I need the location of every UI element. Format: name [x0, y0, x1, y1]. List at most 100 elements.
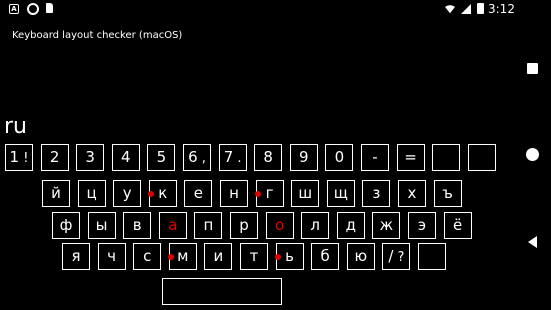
- key-з[interactable]: з: [362, 180, 391, 207]
- key-label: б: [320, 247, 330, 265]
- key-ц[interactable]: ц: [77, 180, 106, 207]
- key-р[interactable]: р: [230, 212, 258, 239]
- key-ш[interactable]: ш: [291, 180, 320, 207]
- key-secondary-label: !: [19, 151, 29, 166]
- key-г[interactable]: г: [254, 180, 284, 207]
- clock: 3:12: [488, 2, 515, 16]
- key-label: х: [407, 184, 417, 202]
- status-bar: A 3:12: [0, 0, 551, 20]
- key-blank-0-12[interactable]: [432, 144, 461, 171]
- key-label: ч: [107, 247, 117, 265]
- key-label: с: [143, 247, 152, 265]
- key-и[interactable]: и: [204, 243, 233, 270]
- key-1[interactable]: 1 !: [5, 144, 33, 171]
- key-space[interactable]: [162, 278, 282, 305]
- key-label: 0: [334, 148, 345, 166]
- key-х[interactable]: х: [398, 180, 426, 207]
- key-б[interactable]: б: [311, 243, 340, 270]
- key-ё[interactable]: ё: [443, 212, 472, 239]
- key-2[interactable]: 2: [40, 144, 69, 171]
- app-title: Keyboard layout checker (macOS): [12, 30, 183, 41]
- key-label: 2: [49, 148, 60, 166]
- record-icon: [27, 3, 39, 15]
- back-triangle-icon[interactable]: [522, 234, 542, 254]
- key-с[interactable]: с: [133, 243, 162, 270]
- key-=[interactable]: =: [396, 144, 425, 171]
- key-в[interactable]: в: [123, 212, 152, 239]
- key-ф[interactable]: ф: [52, 212, 80, 239]
- key-8[interactable]: 8: [254, 144, 283, 171]
- key-label: 4: [121, 148, 131, 166]
- layout-name: ru: [4, 114, 27, 139]
- sd-card-icon: [46, 3, 53, 13]
- key-blank-3-10[interactable]: [418, 243, 446, 270]
- key-э[interactable]: э: [408, 212, 436, 239]
- key-5[interactable]: 5: [147, 144, 176, 171]
- key-/[interactable]: / ?: [382, 243, 411, 270]
- key-ю[interactable]: ю: [346, 243, 375, 270]
- key-ь[interactable]: ь: [274, 243, 304, 270]
- wifi-icon: [445, 5, 455, 14]
- marker-dot: [274, 254, 281, 260]
- key-е[interactable]: е: [184, 180, 213, 207]
- key-4[interactable]: 4: [111, 144, 140, 171]
- key-label: к: [158, 184, 168, 202]
- key-м[interactable]: м: [167, 243, 197, 270]
- key-ч[interactable]: ч: [97, 243, 126, 270]
- signal-icon: [461, 4, 471, 14]
- key-secondary-label: .: [233, 151, 242, 166]
- key-ъ[interactable]: ъ: [433, 180, 462, 207]
- key-д[interactable]: д: [336, 212, 365, 239]
- key-label: о: [275, 216, 285, 234]
- key-label: д: [345, 216, 356, 234]
- overview-square-icon[interactable]: [522, 60, 542, 80]
- key-label: р: [239, 216, 249, 234]
- key-label: и: [213, 247, 224, 265]
- key-label: щ: [333, 184, 348, 202]
- key-к[interactable]: к: [147, 180, 177, 207]
- key-blank-0-13[interactable]: [467, 144, 496, 171]
- key-н[interactable]: н: [220, 180, 248, 207]
- key-label: в: [132, 216, 142, 234]
- key-label: ь: [285, 247, 295, 265]
- key-у[interactable]: у: [113, 180, 142, 207]
- key-а[interactable]: а: [158, 212, 187, 239]
- key-label: й: [51, 184, 61, 202]
- notification-a-icon: A: [9, 4, 19, 14]
- marker-dot: [147, 191, 154, 197]
- key--[interactable]: -: [361, 144, 389, 171]
- key-label: г: [265, 184, 274, 202]
- key-label: т: [249, 247, 259, 265]
- key-label: 8: [263, 148, 273, 166]
- key-label: =: [404, 148, 417, 166]
- key-о[interactable]: о: [265, 212, 294, 239]
- key-ы[interactable]: ы: [87, 212, 116, 239]
- key-label: 9: [299, 148, 309, 166]
- key-label: 3: [85, 148, 95, 166]
- key-л[interactable]: л: [301, 212, 330, 239]
- key-label: н: [229, 184, 239, 202]
- key-label: 1: [9, 148, 20, 166]
- key-label: ж: [379, 216, 394, 234]
- battery-icon: [477, 3, 484, 14]
- marker-dot: [167, 254, 174, 260]
- key-6[interactable]: 6 ,: [183, 144, 211, 171]
- key-7[interactable]: 7 .: [218, 144, 247, 171]
- key-3[interactable]: 3: [76, 144, 105, 171]
- key-т[interactable]: т: [240, 243, 268, 270]
- key-label: а: [168, 216, 178, 234]
- key-ж[interactable]: ж: [372, 212, 401, 239]
- key-label: 6: [188, 148, 198, 166]
- key-й[interactable]: й: [42, 180, 70, 207]
- key-9[interactable]: 9: [289, 144, 318, 171]
- key-label: з: [372, 184, 381, 202]
- marker-dot: [254, 191, 261, 197]
- key-я[interactable]: я: [62, 243, 90, 270]
- key-label: ц: [86, 184, 97, 202]
- key-label: п: [203, 216, 214, 234]
- key-щ[interactable]: щ: [326, 180, 355, 207]
- key-0[interactable]: 0: [325, 144, 354, 171]
- key-label: ш: [298, 184, 313, 202]
- home-circle-icon[interactable]: [522, 147, 542, 167]
- key-п[interactable]: п: [194, 212, 223, 239]
